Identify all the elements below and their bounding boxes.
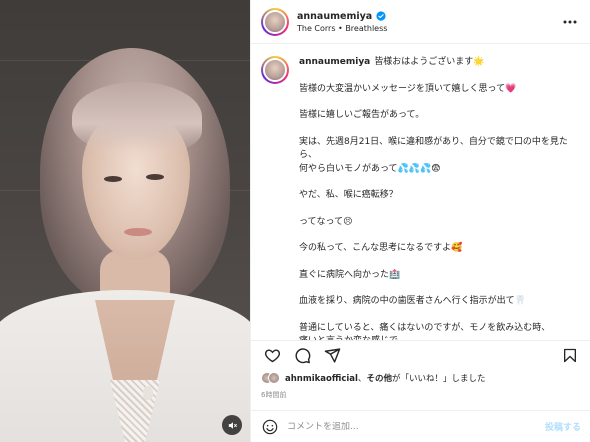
bookmark-icon: [564, 348, 576, 363]
caption-line: 皆様おはようございます🌟: [374, 57, 485, 67]
comment-icon: [295, 348, 310, 364]
mute-button[interactable]: [222, 415, 242, 435]
caption-line: ってなって😣: [299, 216, 353, 227]
liker-avatar[interactable]: [268, 372, 280, 384]
like-button[interactable]: [261, 345, 283, 367]
photo-eye-right: [146, 174, 164, 180]
post-side-panel: annaumemiya The Corrs • Breathless annau…: [250, 0, 590, 442]
caption-line: 直ぐに病院へ向かった🏥: [299, 269, 401, 280]
post-header: annaumemiya The Corrs • Breathless: [251, 0, 590, 44]
photo-pendant: [143, 386, 153, 400]
more-options-icon: [563, 20, 577, 23]
caption-avatar[interactable]: [261, 56, 289, 84]
caption-line: 皆様の大変温かいメッセージを頂いて嬉しく思って💗: [299, 83, 517, 94]
caption-username[interactable]: annaumemiya: [299, 57, 370, 67]
likes-suffix: が「いいね！」しました: [391, 374, 486, 384]
avatar[interactable]: [261, 7, 289, 36]
caption-line: やだ、私、喉に癌転移？: [299, 190, 398, 200]
caption-line: 普通にしていると、痛くはないのですが、モノを飲み込む時、 痛いと言うか変な感じで…: [299, 322, 551, 341]
audio-track-link[interactable]: The Corrs • Breathless: [297, 24, 560, 33]
share-button[interactable]: [321, 345, 343, 367]
likes-others-link[interactable]: その他: [366, 374, 392, 384]
comment-button[interactable]: [291, 345, 313, 367]
heart-icon: [264, 349, 280, 363]
liker-username[interactable]: ahnmikaofficial: [285, 374, 358, 384]
mute-icon: [228, 421, 237, 429]
caption-line: 皆様に嬉しいご報告があって。: [299, 110, 425, 120]
save-button[interactable]: [559, 345, 581, 367]
likes-summary: ahnmikaofficial、その他が「いいね！」しました: [261, 372, 485, 384]
comment-input[interactable]: [287, 421, 545, 432]
emoji-icon: [262, 419, 278, 434]
username-link[interactable]: annaumemiya: [297, 11, 372, 22]
caption-line: 今の私って、こんな思考になるですよ🥰: [299, 243, 463, 253]
more-options-button[interactable]: [560, 12, 580, 32]
share-icon: [324, 348, 340, 363]
caption-area: annaumemiya 皆様おはようございます🌟 皆様の大変温かいメッセージを頂い…: [251, 44, 590, 340]
photo-eye-left: [104, 176, 122, 182]
emoji-button[interactable]: [261, 418, 279, 436]
caption-text: annaumemiya 皆様おはようございます🌟 皆様の大変温かいメッセージを頂い…: [299, 56, 581, 340]
verified-badge-icon: [376, 11, 386, 21]
caption-line: 実は、先週8月21日、喉に違和感があり、自分で鏡で口の中を見たら、 何やら白いモ…: [299, 136, 568, 174]
comment-box: 投稿する: [251, 410, 590, 442]
post-timestamp[interactable]: 6時間前: [261, 390, 286, 400]
photo-bangs: [72, 82, 202, 152]
instagram-post-view: annaumemiya The Corrs • Breathless annau…: [0, 0, 590, 442]
photo-lips: [124, 228, 152, 236]
post-photo[interactable]: [0, 0, 250, 442]
action-bar: [251, 340, 590, 370]
caption-line: 血液を採り、病院の中の歯医者さんへ行く指示が出て🦷: [299, 296, 526, 306]
post-comment-button[interactable]: 投稿する: [545, 420, 581, 433]
